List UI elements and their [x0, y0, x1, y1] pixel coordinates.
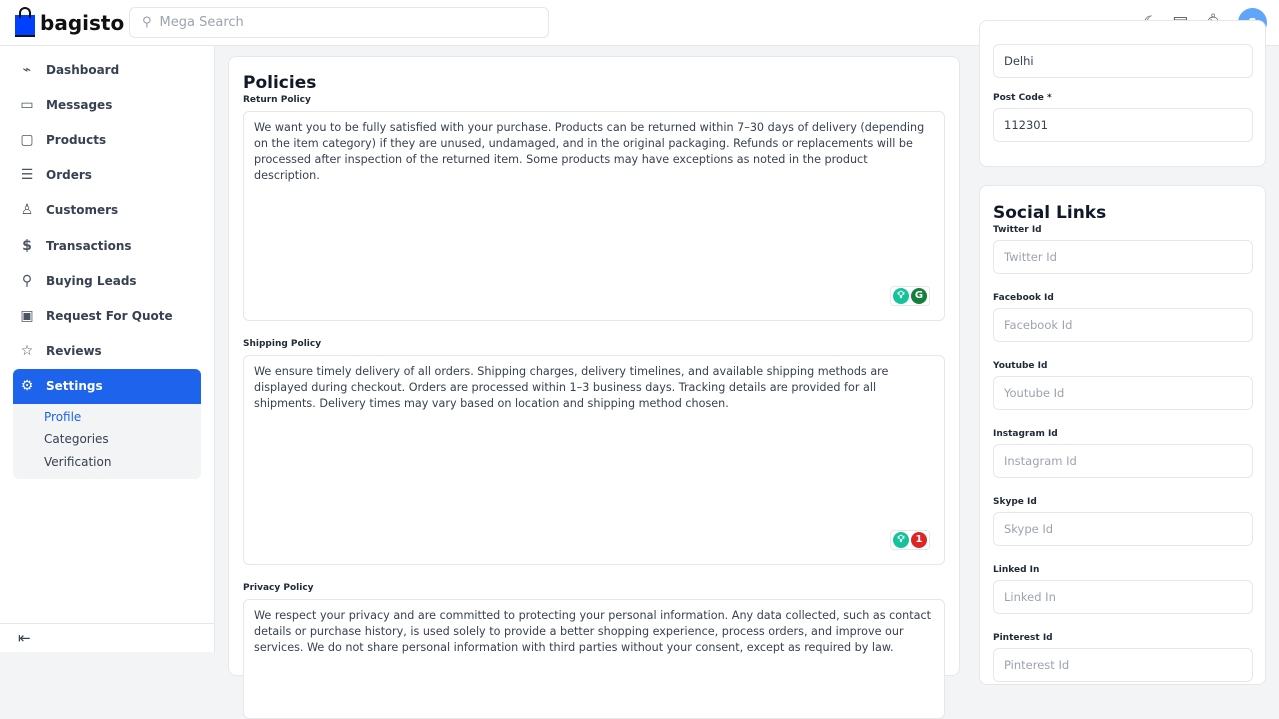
collapse-sidebar-icon[interactable]: ⇤ — [0, 623, 215, 652]
shipping-policy-text: We ensure timely delivery of all orders.… — [254, 365, 889, 410]
search-placeholder: Mega Search — [159, 15, 244, 30]
label: Settings — [46, 379, 103, 394]
policies-title: Policies — [243, 73, 317, 93]
submenu-categories[interactable]: Categories — [13, 428, 201, 451]
address-card: Delhi Post Code * 112301 — [979, 20, 1266, 167]
social-label: Linked In — [993, 565, 1040, 575]
label: Reviews — [46, 344, 102, 359]
sidebar-item-messages[interactable]: ▭ Messages — [13, 87, 201, 122]
privacy-policy-textarea[interactable]: We respect your privacy and are committe… — [243, 599, 945, 719]
label: Transactions — [46, 238, 132, 253]
search-input[interactable]: ⚲ Mega Search — [129, 7, 549, 38]
star-icon: ☆ — [20, 343, 34, 360]
postcode-label: Post Code * — [993, 93, 1052, 103]
label: Customers — [46, 203, 119, 218]
submenu-verification[interactable]: Verification — [13, 451, 201, 474]
label: Products — [46, 132, 107, 147]
sidebar-item-reviews[interactable]: ☆ Reviews — [13, 334, 201, 369]
label: Buying Leads — [46, 273, 137, 288]
transactions-icon: $ — [22, 237, 32, 254]
quote-icon: ▣ — [20, 307, 34, 324]
orders-icon: ☰ — [20, 167, 34, 184]
sidebar-item-customers[interactable]: ♙ Customers — [13, 193, 201, 228]
social-links-title: Social Links — [993, 203, 1107, 223]
youtube-id-input[interactable]: Youtube Id — [993, 376, 1253, 410]
grammarly-icon: G — [911, 288, 927, 304]
city-input[interactable]: Delhi — [993, 44, 1253, 78]
shipping-policy-label: Shipping Policy — [243, 339, 322, 349]
return-policy-textarea[interactable]: We want you to be fully satisfied with y… — [243, 111, 945, 321]
leads-icon: ⚲ — [21, 272, 33, 289]
message-icon: ▭ — [20, 96, 34, 113]
dashboard-icon: ⌁ — [22, 61, 32, 78]
logo[interactable]: bagisto — [15, 6, 125, 37]
social-label: Facebook Id — [993, 293, 1054, 303]
return-policy-text: We want you to be fully satisfied with y… — [254, 121, 925, 182]
search-icon: ⚲ — [142, 15, 152, 30]
facebook-id-input[interactable]: Facebook Id — [993, 308, 1253, 342]
user-icon: ♙ — [20, 202, 34, 219]
label: Dashboard — [46, 62, 120, 77]
twitter-id-input[interactable]: Twitter Id — [993, 240, 1253, 274]
privacy-policy-label: Privacy Policy — [243, 583, 314, 593]
sidebar-item-products[interactable]: ▢ Products — [13, 122, 201, 157]
postcode-input[interactable]: 112301 — [993, 108, 1253, 142]
social-label: Twitter Id — [993, 225, 1042, 235]
sidebar-item-dashboard[interactable]: ⌁ Dashboard — [13, 52, 201, 87]
lightbulb-icon: 💡︎ — [893, 288, 909, 304]
product-icon: ▢ — [20, 131, 34, 148]
label: Messages — [46, 97, 113, 112]
shipping-policy-textarea[interactable]: We ensure timely delivery of all orders.… — [243, 355, 945, 565]
submenu-profile[interactable]: Profile — [13, 406, 201, 429]
sidebar-item-orders[interactable]: ☰ Orders — [13, 158, 201, 193]
brand-name: bagisto — [40, 10, 125, 35]
instagram-id-input[interactable]: Instagram Id — [993, 444, 1253, 478]
sidebar-item-request-for-quote[interactable]: ▣ Request For Quote — [13, 298, 201, 333]
linked-in-input[interactable]: Linked In — [993, 580, 1253, 614]
social-label: Pinterest Id — [993, 633, 1053, 643]
policies-card: Policies Return Policy We want you to be… — [228, 56, 960, 719]
social-links-card: Social Links Twitter Id Twitter Id Faceboo… — [979, 185, 1266, 685]
return-policy-label: Return Policy — [243, 95, 311, 105]
sidebar-item-buying-leads[interactable]: ⚲ Buying Leads — [13, 263, 201, 298]
pinterest-id-input[interactable]: Pinterest Id — [993, 648, 1253, 682]
skype-id-input[interactable]: Skype Id — [993, 512, 1253, 546]
label: Orders — [46, 168, 92, 183]
social-label: Instagram Id — [993, 429, 1058, 439]
social-label: Skype Id — [993, 497, 1037, 507]
grammarly-widget[interactable]: 💡︎ G — [890, 286, 930, 306]
lightbulb-icon: 💡︎ — [893, 532, 909, 548]
label: Request For Quote — [46, 308, 173, 323]
social-label: Youtube Id — [993, 361, 1048, 371]
gear-icon: ⚙ — [20, 378, 34, 395]
bag-logo-icon — [15, 6, 35, 37]
privacy-policy-text: We respect your privacy and are committe… — [254, 609, 932, 654]
sidebar-item-transactions[interactable]: $ Transactions — [13, 228, 201, 263]
issue-count-badge: 1 — [911, 532, 927, 548]
grammarly-widget[interactable]: 💡︎ 1 — [890, 530, 930, 550]
sidebar: ⌁ Dashboard ▭ Messages ▢ Products ☰ Orders ♙… — [0, 46, 215, 652]
sidebar-item-settings[interactable]: ⚙ Settings — [13, 368, 201, 404]
settings-submenu: Profile Categories Verification — [13, 403, 201, 480]
